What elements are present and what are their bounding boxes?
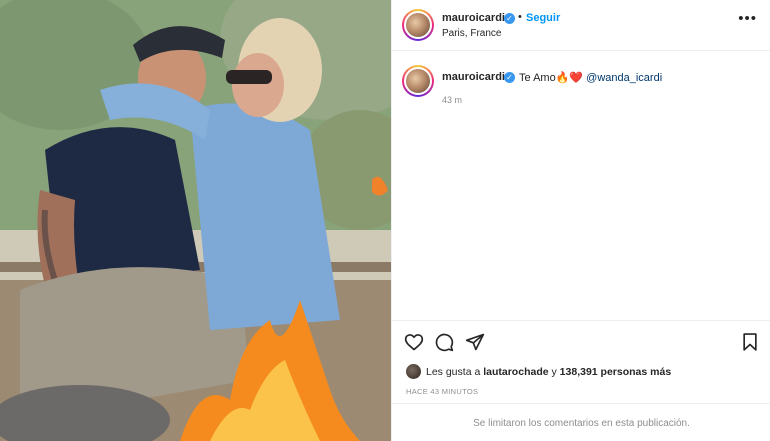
- likes-prefix: Les gusta a: [426, 366, 481, 378]
- post-location[interactable]: Paris, France: [442, 28, 501, 39]
- liked-by-username[interactable]: lautarochade: [483, 366, 548, 378]
- heart-icon[interactable]: [404, 332, 424, 352]
- liker-avatar[interactable]: [406, 364, 421, 379]
- separator-dot: •: [518, 11, 522, 23]
- caption-author-avatar[interactable]: [402, 65, 434, 97]
- caption-text: Te Amo🔥❤️ @wanda_icardi: [519, 71, 662, 84]
- author-username[interactable]: mauroicardi: [442, 12, 505, 24]
- post-actions-section: Les gusta a lautarochade y 138,391 perso…: [392, 320, 770, 441]
- paper-plane-icon[interactable]: [465, 332, 485, 352]
- caption-message: Te Amo: [519, 72, 556, 84]
- verified-badge-icon: ✓: [504, 72, 515, 83]
- likes-text: Les gusta a lautarochade y 138,391 perso…: [426, 366, 671, 378]
- post-detail-panel: mauroicardi ✓ • Seguir Paris, France •••…: [391, 0, 770, 441]
- photo-illustration: [0, 0, 391, 441]
- comment-icon[interactable]: [434, 332, 454, 352]
- caption-emojis: 🔥❤️: [555, 72, 584, 84]
- follow-button[interactable]: Seguir: [526, 12, 560, 24]
- more-options-icon[interactable]: •••: [738, 11, 757, 26]
- caption-author-username[interactable]: mauroicardi: [442, 71, 505, 83]
- verified-badge-icon: ✓: [504, 13, 515, 24]
- caption-timestamp[interactable]: 43 m: [442, 95, 462, 105]
- post-photo[interactable]: [0, 0, 391, 441]
- post-header: mauroicardi ✓ • Seguir Paris, France •••: [392, 0, 770, 51]
- author-avatar[interactable]: [402, 9, 434, 41]
- likes-count-link[interactable]: 138,391 personas más: [560, 366, 672, 378]
- comments-limited-notice: Se limitaron los comentarios en esta pub…: [392, 403, 770, 441]
- bookmark-icon[interactable]: [740, 332, 760, 352]
- likes-conjunction: y: [551, 366, 557, 378]
- post-timestamp[interactable]: HACE 43 MINUTOS: [406, 387, 478, 396]
- caption-mention-link[interactable]: @wanda_icardi: [586, 72, 662, 84]
